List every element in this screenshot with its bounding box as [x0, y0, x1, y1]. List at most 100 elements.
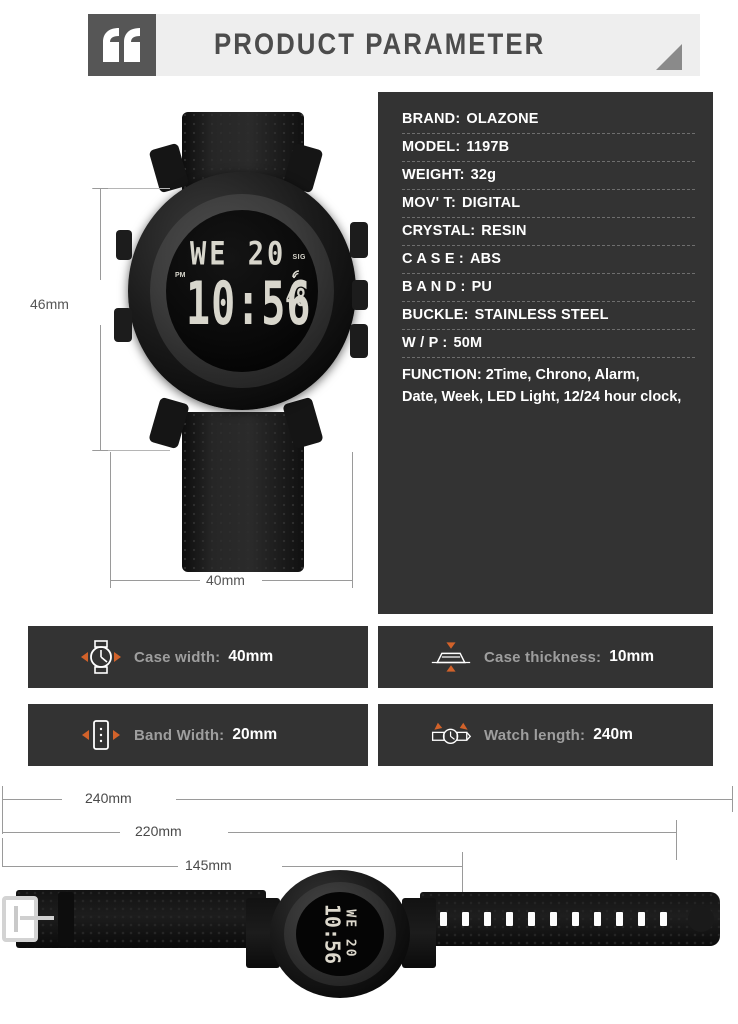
- feature-label: Case width:: [134, 648, 221, 666]
- dimension-tick-240-right: [732, 786, 733, 812]
- watch-dial: WE 20 SIG PM 10:56 48: [166, 210, 318, 372]
- dimension-line-240-right: [176, 799, 732, 800]
- watch-pusher: [114, 308, 132, 342]
- lcd-day: WE: [190, 236, 229, 273]
- extension-line-left: [110, 452, 111, 580]
- extension-line-right: [352, 452, 353, 580]
- lcd-time: 10:56: [320, 903, 345, 965]
- dimension-line-height-lower: [100, 325, 101, 450]
- dimension-tick-right: [352, 572, 353, 588]
- lcd-day-date: WE 20: [190, 236, 286, 273]
- spec-key: BRAND:: [402, 111, 461, 127]
- band-hole: [594, 912, 601, 926]
- spec-row-crystal: CRYSTAL: RESIN: [378, 218, 713, 245]
- feature-watch-length: Watch length: 240m: [378, 704, 713, 766]
- band-hole: [572, 912, 579, 926]
- dimension-tick-220-right: [676, 820, 677, 860]
- watch-length-diagram: 240mm 220mm 145mm WE 20 10:56: [0, 780, 738, 1024]
- watch-buckle-bar: [14, 906, 18, 932]
- spec-key: MODEL:: [402, 139, 461, 155]
- spec-value: STAINLESS STEEL: [474, 307, 609, 323]
- band-hole: [616, 912, 623, 926]
- watch-pusher: [350, 324, 368, 358]
- spec-value: DIGITAL: [461, 195, 521, 211]
- band-hole: [528, 912, 535, 926]
- dimension-tick-top: [93, 188, 108, 189]
- spec-value: RESIN: [481, 223, 527, 239]
- dimension-tick-220-left: [2, 810, 3, 834]
- band-hole: [638, 912, 645, 926]
- lcd-signal-indicator: SIG: [292, 254, 306, 261]
- feature-label: Watch length:: [484, 726, 586, 744]
- spec-key: MOV' T:: [402, 195, 456, 211]
- band-hole: [440, 912, 447, 926]
- spec-value: 1197B: [466, 139, 510, 155]
- watch-band-width-icon: [80, 715, 122, 755]
- spec-row-case: C A S E : ABS: [378, 246, 713, 273]
- watch-buckle-tongue: [20, 916, 54, 920]
- dimension-label-220: 220mm: [128, 823, 189, 839]
- watch-pusher: [350, 222, 368, 258]
- dimension-line-width-left: [110, 580, 200, 581]
- dimension-tick-left: [110, 572, 111, 588]
- dimension-tick-145-left: [2, 838, 3, 866]
- watch-front-image: WE 20 SIG PM 10:56 48: [110, 112, 370, 572]
- spec-row-water-resistance: W / P : 50M: [378, 330, 713, 357]
- spec-row-buckle: BUCKLE: STAINLESS STEEL: [378, 302, 713, 329]
- spec-key: CRYSTAL:: [402, 223, 476, 239]
- spec-panel: BRAND: OLAZONE MODEL: 1197B WEIGHT: 32g …: [378, 92, 713, 614]
- spec-key: WEIGHT:: [402, 167, 465, 183]
- band-hole: [462, 912, 469, 926]
- dimension-tick-145-right: [462, 852, 463, 896]
- watch-band-keeper: [58, 892, 74, 946]
- watch-strap-bottom: [182, 412, 304, 572]
- spec-value: PU: [471, 279, 493, 295]
- dimension-line-145-right: [282, 866, 462, 867]
- page-title: PRODUCT PARAMETER: [214, 28, 546, 61]
- feature-case-width: Case width: 40mm: [28, 626, 368, 688]
- spec-value-line1: 2Time, Chrono, Alarm,: [485, 367, 640, 383]
- feature-value: 10mm: [609, 648, 655, 665]
- spec-key: FUNCTION:: [402, 367, 482, 383]
- feature-label: Case thickness:: [484, 648, 602, 666]
- feature-case-thickness: Case thickness: 10mm: [378, 626, 713, 688]
- spec-row-model: MODEL: 1197B: [378, 134, 713, 161]
- dimension-label-240: 240mm: [78, 790, 139, 806]
- spec-key: C A S E :: [402, 251, 464, 267]
- spec-row-movement: MOV' T: DIGITAL: [378, 190, 713, 217]
- spec-value: 50M: [453, 335, 483, 351]
- watch-case-width-icon: [80, 637, 122, 677]
- dimension-label-height: 46mm: [24, 296, 75, 312]
- watch-pusher: [116, 230, 132, 260]
- spec-key: B A N D :: [402, 279, 466, 295]
- lcd-date-number: 20: [247, 236, 287, 273]
- watch-band-endcap: [688, 906, 714, 932]
- page-header: PRODUCT PARAMETER: [88, 14, 700, 76]
- spec-key: BUCKLE:: [402, 307, 469, 323]
- watch-flat-image: WE 20 10:56: [246, 868, 436, 1000]
- band-hole: [484, 912, 491, 926]
- band-hole: [506, 912, 513, 926]
- lcd-meridiem: PM: [175, 272, 186, 279]
- spec-value: 32g: [470, 167, 497, 183]
- spec-row-brand: BRAND: OLAZONE: [378, 106, 713, 133]
- spec-key: W / P :: [402, 335, 448, 351]
- watch-flat-dial: WE 20 10:56: [296, 892, 384, 976]
- product-parameter-page: PRODUCT PARAMETER BRAND: OLAZONE MODEL: …: [0, 0, 738, 1024]
- spec-row-weight: WEIGHT: 32g: [378, 162, 713, 189]
- dimension-label-145: 145mm: [178, 857, 239, 873]
- quote-mark-icon: [88, 14, 156, 76]
- feature-label: Band Width:: [134, 726, 225, 744]
- lcd-day-date: WE 20: [342, 909, 358, 959]
- spec-row-band: B A N D : PU: [378, 274, 713, 301]
- dimension-tick-bottom: [93, 450, 108, 451]
- corner-triangle-icon: [656, 44, 682, 70]
- lcd-display: WE 20 SIG PM 10:56 48: [166, 210, 318, 372]
- dimension-line-220-left: [2, 832, 120, 833]
- spec-value-line2: Date, Week, LED Light, 12/24 hour clock,: [402, 389, 682, 406]
- feature-value: 40mm: [228, 648, 274, 665]
- band-hole: [660, 912, 667, 926]
- feature-band-width: Band Width: 20mm: [28, 704, 368, 766]
- dimension-line-width-right: [262, 580, 353, 581]
- feature-value: 240m: [593, 726, 633, 743]
